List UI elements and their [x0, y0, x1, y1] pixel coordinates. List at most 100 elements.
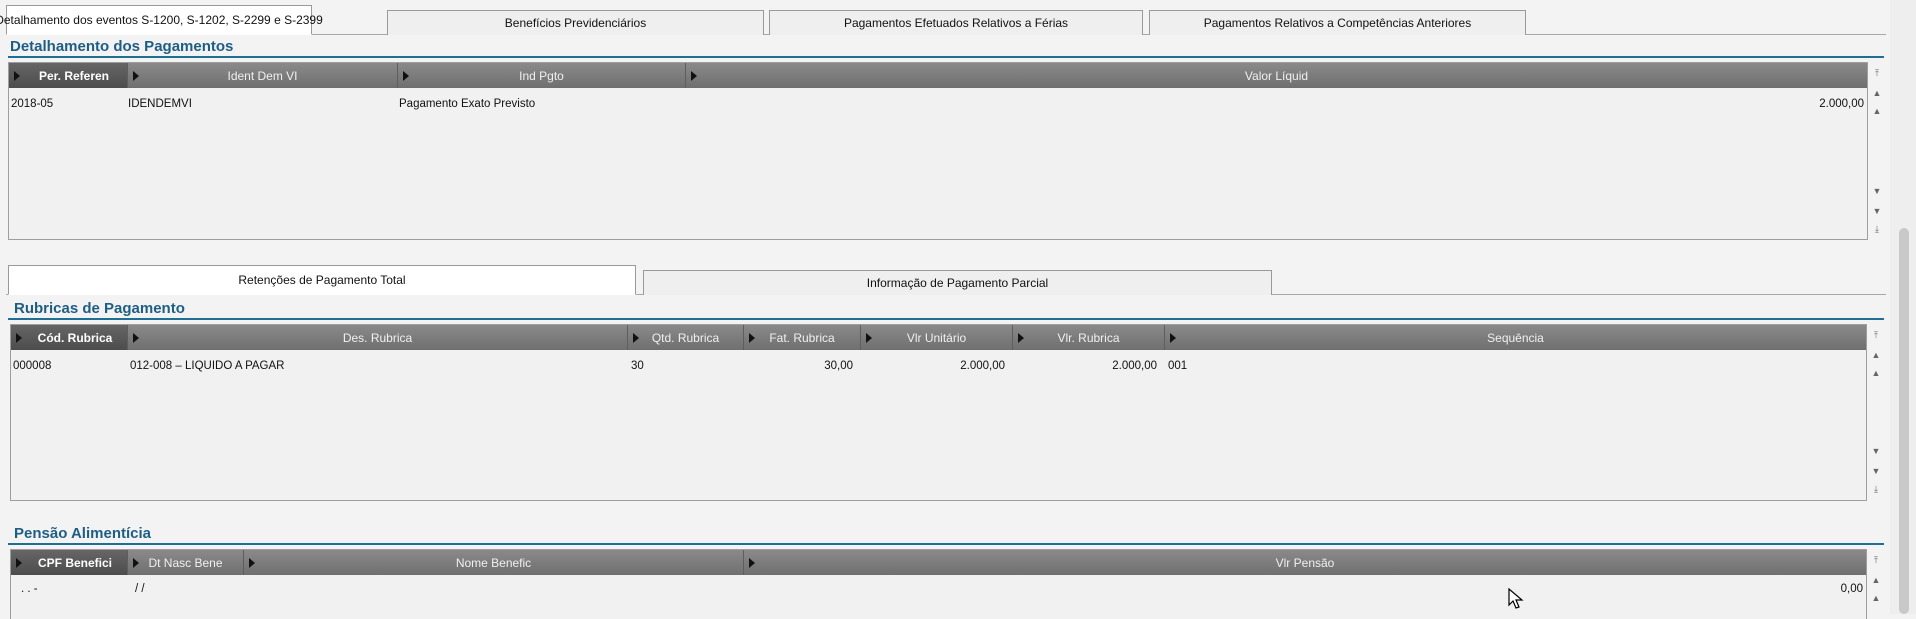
scroll-up-icon[interactable]: ▲	[1871, 104, 1883, 118]
table-row[interactable]: 000008 012-008 – LIQUIDO A PAGAR 30 30,0…	[11, 358, 1866, 376]
cell-qtd-rubrica: 30	[631, 360, 644, 372]
col-header-label: CPF Benefici	[37, 555, 112, 570]
col-header-label: Vlr Unitário	[906, 330, 967, 345]
triangle-right-icon	[1170, 333, 1176, 343]
scroll-bottom-icon[interactable]: ⤓	[1870, 482, 1882, 496]
tab-label: Benefícios Previdenciários	[504, 16, 647, 30]
col-header-ident-dem-vi[interactable]: Ident Dem VI	[128, 63, 398, 88]
cell-vlr-unitario: 2.000,00	[960, 360, 1005, 372]
col-header-label: Vlr. Rubrica	[1057, 330, 1120, 345]
col-header-label: Des. Rubrica	[342, 330, 413, 345]
scroll-top-icon[interactable]: ⤒	[1870, 328, 1882, 342]
section-divider	[8, 318, 1884, 320]
triangle-right-icon	[749, 333, 755, 343]
cell-per-referen: 2018-05	[11, 98, 54, 110]
triangle-right-icon	[403, 71, 409, 81]
tab-label: Detalhamento dos eventos S-1200, S-1202,…	[0, 13, 323, 27]
table-row[interactable]: 2018-05 IDENDEMVI Pagamento Exato Previs…	[9, 96, 1867, 114]
cell-fat-rubrica: 30,00	[824, 360, 853, 372]
cell-vlr-rubrica: 2.000,00	[1112, 360, 1157, 372]
triangle-right-icon	[1018, 333, 1024, 343]
pensao-scrollbar[interactable]: ⤒ ▲ ▲	[1867, 549, 1885, 614]
cell-sequencia: 001	[1168, 360, 1188, 372]
col-header-sequencia[interactable]: Sequência	[1165, 325, 1866, 350]
col-header-fat-rubrica[interactable]: Fat. Rubrica	[744, 325, 861, 350]
grid-header: Per. Referen Ident Dem VI Ind Pgto Valor…	[9, 63, 1867, 88]
section-title-rubricas: Rubricas de Pagamento	[14, 300, 185, 317]
cell-des-rubrica: 012-008 – LIQUIDO A PAGAR	[130, 360, 285, 372]
section-title-pensao: Pensão Alimentícia	[14, 525, 151, 542]
rubricas-scrollbar[interactable]: ⤒ ▲ ▲ ▼ ▼ ⤓	[1867, 324, 1885, 501]
col-header-qtd-rubrica[interactable]: Qtd. Rubrica	[628, 325, 744, 350]
col-header-vlr-pensao[interactable]: Vlr Pensão	[744, 550, 1866, 575]
col-header-per-referen[interactable]: Per. Referen	[9, 63, 128, 88]
col-header-nome-benefic[interactable]: Nome Benefic	[244, 550, 744, 575]
section-divider	[8, 543, 1884, 545]
col-header-label: Vlr Pensão	[1275, 555, 1335, 570]
tab-pagamentos-competencias-anteriores[interactable]: Pagamentos Relativos a Competências Ante…	[1149, 10, 1526, 35]
section-title-detalhamento: Detalhamento dos Pagamentos	[10, 38, 234, 55]
tab-label: Pagamentos Relativos a Competências Ante…	[1203, 16, 1472, 30]
tab-beneficios-previdenciarios[interactable]: Benefícios Previdenciários	[387, 10, 764, 35]
table-row[interactable]: . . - / / 0,00	[11, 583, 1866, 601]
col-header-label: Per. Referen	[38, 68, 110, 83]
tab-pagamentos-ferias[interactable]: Pagamentos Efetuados Relativos a Férias	[769, 10, 1143, 35]
scroll-down-icon[interactable]: ▼	[1871, 204, 1883, 218]
col-header-valor-liquid[interactable]: Valor Líquid	[686, 63, 1867, 88]
triangle-right-icon	[749, 558, 755, 568]
triangle-right-icon	[691, 71, 697, 81]
triangle-right-icon	[16, 333, 22, 343]
detalhamento-scrollbar[interactable]: ⤒ ▲ ▲ ▼ ▼ ⤓	[1868, 62, 1886, 240]
col-header-label: Dt Nasc Bene	[148, 555, 223, 570]
detalhamento-grid: Per. Referen Ident Dem VI Ind Pgto Valor…	[8, 62, 1868, 240]
triangle-right-icon	[14, 71, 20, 81]
grid-header: Cód. Rubrica Des. Rubrica Qtd. Rubrica F…	[11, 325, 1866, 350]
triangle-right-icon	[133, 71, 139, 81]
scroll-top-icon[interactable]: ⤒	[1871, 66, 1883, 80]
col-header-vlr-rubrica[interactable]: Vlr. Rubrica	[1013, 325, 1165, 350]
cell-valor-liquid: 2.000,00	[1819, 98, 1864, 110]
pensao-grid: CPF Benefici Dt Nasc Bene Nome Benefic V…	[10, 549, 1867, 619]
col-header-label: Valor Líquid	[1244, 68, 1309, 83]
triangle-right-icon	[633, 333, 639, 343]
scroll-up-icon[interactable]: ▲	[1870, 366, 1882, 380]
col-header-des-rubrica[interactable]: Des. Rubrica	[128, 325, 628, 350]
col-header-vlr-unitario[interactable]: Vlr Unitário	[861, 325, 1013, 350]
tab-detalhamento-eventos[interactable]: Detalhamento dos eventos S-1200, S-1202,…	[0, 5, 323, 35]
triangle-right-icon	[133, 558, 139, 568]
cell-dt-nasc-bene: / /	[135, 583, 145, 595]
sub-tab-bar: Retenções de Pagamento Total Informação …	[6, 264, 1886, 295]
grid-header: CPF Benefici Dt Nasc Bene Nome Benefic V…	[11, 550, 1866, 575]
scroll-down-icon[interactable]: ▼	[1870, 444, 1882, 458]
col-header-label: Ind Pgto	[519, 68, 564, 83]
page-scrollbar[interactable]	[1890, 0, 1916, 614]
tab-retencoes-pagamento-total[interactable]: Retenções de Pagamento Total	[8, 265, 636, 295]
triangle-right-icon	[866, 333, 872, 343]
cell-ind-pgto: Pagamento Exato Previsto	[399, 98, 536, 110]
scroll-up-icon[interactable]: ▲	[1870, 348, 1882, 362]
scroll-bottom-icon[interactable]: ⤓	[1871, 222, 1883, 236]
scroll-up-icon[interactable]: ▲	[1871, 86, 1883, 100]
scroll-up-icon[interactable]: ▲	[1870, 591, 1882, 605]
cell-vlr-pensao: 0,00	[1840, 583, 1863, 595]
col-header-cod-rubrica[interactable]: Cód. Rubrica	[11, 325, 128, 350]
mouse-pointer-icon	[1508, 588, 1524, 609]
tab-label: Retenções de Pagamento Total	[238, 273, 406, 287]
col-header-ind-pgto[interactable]: Ind Pgto	[398, 63, 686, 88]
tab-informacao-pagamento-parcial[interactable]: Informação de Pagamento Parcial	[643, 270, 1272, 295]
col-header-cpf-benefici[interactable]: CPF Benefici	[11, 550, 128, 575]
scroll-down-icon[interactable]: ▼	[1871, 184, 1883, 198]
scroll-up-icon[interactable]: ▲	[1870, 573, 1882, 587]
section-divider	[8, 56, 1884, 58]
col-header-label: Ident Dem VI	[227, 68, 298, 83]
triangle-right-icon	[249, 558, 255, 568]
scroll-down-icon[interactable]: ▼	[1870, 464, 1882, 478]
col-header-dt-nasc-bene[interactable]: Dt Nasc Bene	[128, 550, 244, 575]
page-scrollbar-thumb[interactable]	[1899, 228, 1909, 614]
triangle-right-icon	[133, 333, 139, 343]
cell-cod-rubrica: 000008	[13, 360, 52, 372]
col-header-label: Qtd. Rubrica	[651, 330, 720, 345]
tab-label: Informação de Pagamento Parcial	[866, 276, 1049, 290]
scroll-top-icon[interactable]: ⤒	[1870, 553, 1882, 567]
cell-ident-dem-vi: IDENDEMVI	[128, 98, 192, 110]
